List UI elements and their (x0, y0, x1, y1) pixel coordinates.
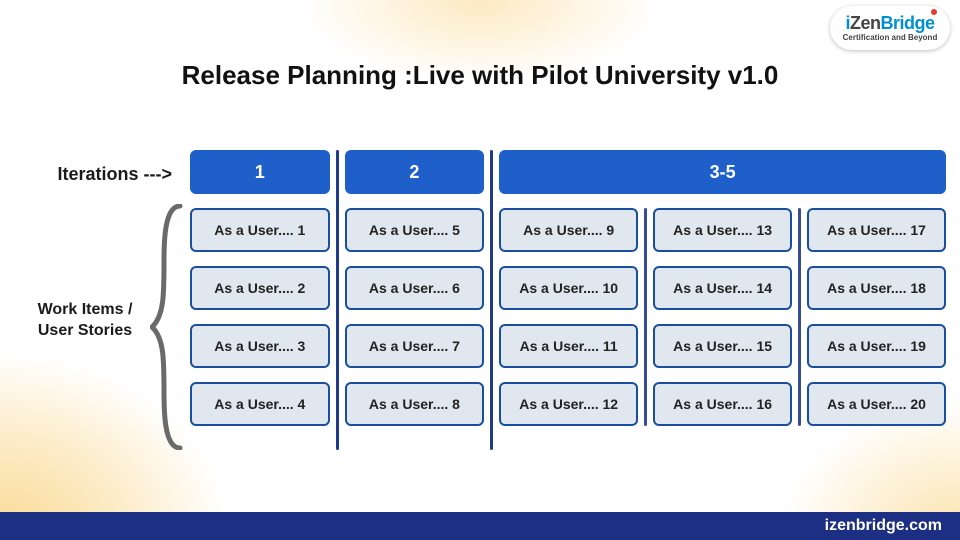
row-labels: Iterations ---> Work Items / User Storie… (20, 150, 180, 450)
iterations-label: Iterations ---> (20, 164, 172, 185)
user-story-card: As a User.... 15 (653, 324, 792, 368)
user-story-card: As a User.... 2 (190, 266, 330, 310)
user-story-card: As a User.... 12 (499, 382, 638, 426)
release-plan-diagram: Iterations ---> Work Items / User Storie… (20, 150, 946, 450)
user-story-card: As a User.... 4 (190, 382, 330, 426)
user-story-card: As a User.... 6 (345, 266, 485, 310)
footer-bar: izenbridge.com (0, 512, 960, 540)
column-separator (798, 208, 801, 426)
iteration-board: 1 As a User.... 1 As a User.... 2 As a U… (190, 150, 946, 450)
user-story-card: As a User.... 17 (807, 208, 946, 252)
iteration-subcolumn: As a User.... 17 As a User.... 18 As a U… (807, 208, 946, 426)
work-items-label: Work Items / User Stories (20, 300, 150, 342)
brand-logo: iZenBridge Certification and Beyond (830, 6, 950, 50)
user-story-card: As a User.... 14 (653, 266, 792, 310)
user-story-card: As a User.... 18 (807, 266, 946, 310)
iteration-column-2: 2 As a User.... 5 As a User.... 6 As a U… (345, 150, 485, 450)
brand-name-bridge: Bridge (881, 13, 935, 33)
user-story-card: As a User.... 1 (190, 208, 330, 252)
user-story-card: As a User.... 3 (190, 324, 330, 368)
group-columns: As a User.... 9 As a User.... 10 As a Us… (499, 208, 946, 426)
brand-name: iZenBridge (845, 14, 934, 32)
iteration-subcolumn: As a User.... 13 As a User.... 14 As a U… (653, 208, 792, 426)
user-story-card: As a User.... 16 (653, 382, 792, 426)
work-items-line2: User Stories (38, 322, 132, 339)
brand-dot-icon (931, 9, 937, 15)
column-separator (490, 150, 493, 450)
user-story-card: As a User.... 20 (807, 382, 946, 426)
work-items-line1: Work Items / (38, 301, 133, 318)
iteration-header: 1 (190, 150, 330, 194)
user-story-card: As a User.... 9 (499, 208, 638, 252)
column-separator (336, 150, 339, 450)
user-story-card: As a User.... 5 (345, 208, 485, 252)
iteration-header: 3-5 (499, 150, 946, 194)
page-title: Release Planning :Live with Pilot Univer… (0, 60, 960, 91)
curly-brace-icon (150, 204, 186, 450)
iteration-group-3-5: 3-5 As a User.... 9 As a User.... 10 As … (499, 150, 946, 450)
user-story-card: As a User.... 11 (499, 324, 638, 368)
column-separator (644, 208, 647, 426)
user-story-card: As a User.... 13 (653, 208, 792, 252)
user-story-card: As a User.... 19 (807, 324, 946, 368)
brand-name-zen: Zen (850, 13, 881, 33)
footer-url: izenbridge.com (825, 517, 942, 535)
iteration-column-1: 1 As a User.... 1 As a User.... 2 As a U… (190, 150, 330, 450)
user-story-card: As a User.... 8 (345, 382, 485, 426)
brand-tagline: Certification and Beyond (843, 34, 938, 42)
iteration-subcolumn: As a User.... 9 As a User.... 10 As a Us… (499, 208, 638, 426)
user-story-card: As a User.... 7 (345, 324, 485, 368)
user-story-card: As a User.... 10 (499, 266, 638, 310)
iteration-header: 2 (345, 150, 485, 194)
